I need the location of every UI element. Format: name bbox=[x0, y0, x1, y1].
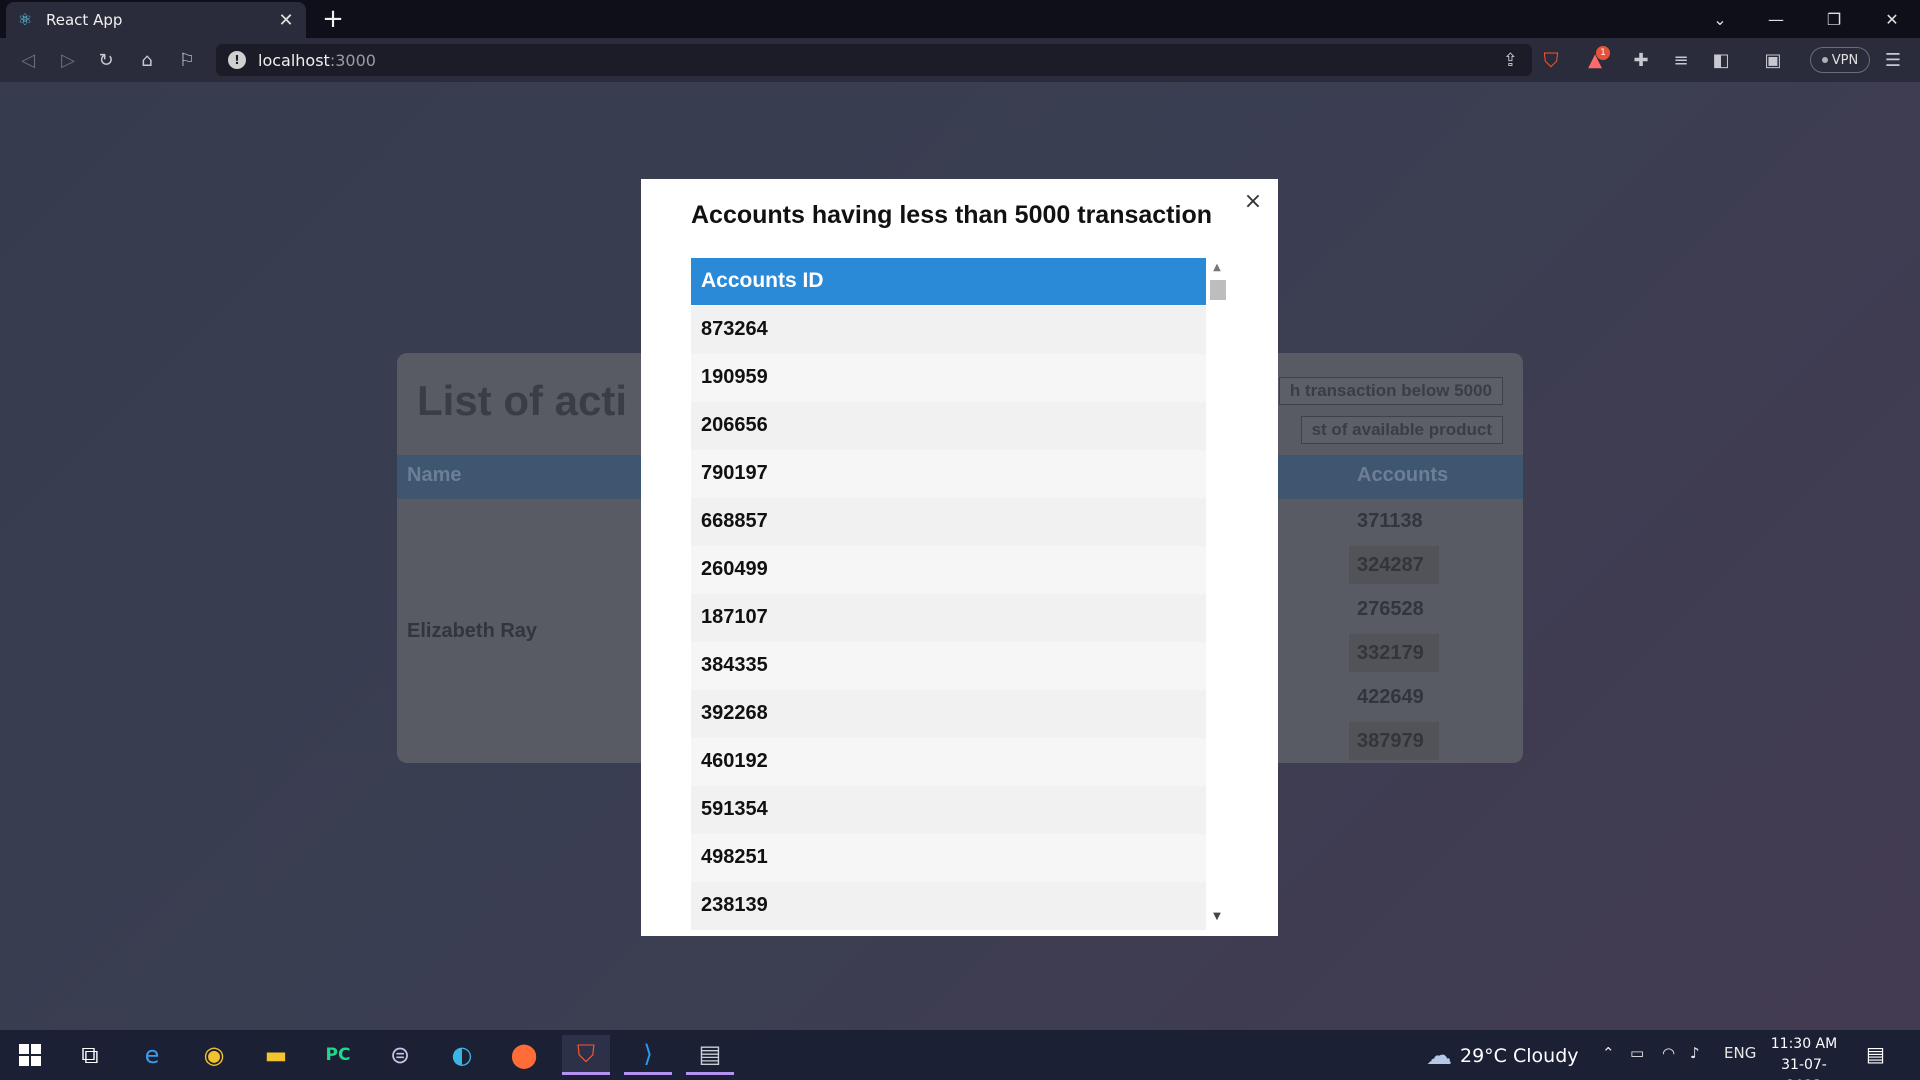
start-button[interactable] bbox=[6, 1035, 54, 1075]
tab-title: React App bbox=[46, 11, 123, 29]
weather-widget[interactable]: ☁ 29°C Cloudy bbox=[1426, 1041, 1579, 1071]
vpn-button[interactable]: VPN bbox=[1810, 47, 1870, 73]
app-window-icon[interactable]: ▤ bbox=[686, 1035, 734, 1075]
account-row: 187107 bbox=[691, 594, 1206, 642]
volume-icon[interactable]: ♪ bbox=[1690, 1044, 1700, 1062]
notification-center-icon[interactable]: ▤ bbox=[1866, 1042, 1885, 1066]
postman-icon[interactable]: ⬤ bbox=[500, 1035, 548, 1075]
account-row: 873264 bbox=[691, 306, 1206, 354]
modal-close-button[interactable]: × bbox=[1240, 189, 1266, 215]
account-row: 260499 bbox=[691, 546, 1206, 594]
home-icon[interactable]: ⌂ bbox=[133, 46, 161, 74]
rewards-badge: 1 bbox=[1596, 46, 1610, 60]
browser-tab-bar: ⚛ React App ✕ + ⌄ — ❐ ✕ bbox=[0, 0, 1920, 38]
close-window-button[interactable]: ✕ bbox=[1864, 0, 1920, 38]
account-row: 498251 bbox=[691, 834, 1206, 882]
account-cell: 276528 bbox=[1357, 598, 1424, 620]
modal-title: Accounts having less than 5000 transacti… bbox=[691, 201, 1212, 229]
extensions-icon[interactable]: ✚ bbox=[1626, 46, 1656, 74]
restore-button[interactable]: ❐ bbox=[1806, 0, 1862, 38]
share-icon[interactable]: ⇪ bbox=[1503, 50, 1518, 71]
show-hidden-icons-chevron-icon[interactable]: ⌃ bbox=[1602, 1044, 1615, 1062]
account-cell: 371138 bbox=[1357, 510, 1423, 532]
react-icon: ⚛ bbox=[17, 10, 33, 29]
edge-icon[interactable]: ◐ bbox=[438, 1035, 486, 1075]
cloud-icon: ☁ bbox=[1426, 1041, 1452, 1071]
account-row: 238139 bbox=[691, 882, 1206, 930]
vscode-icon[interactable]: ⟩ bbox=[624, 1035, 672, 1075]
available-product-button[interactable]: st of available product bbox=[1300, 416, 1503, 444]
bookmark-icon[interactable]: ⚐ bbox=[173, 46, 201, 74]
account-row: 790197 bbox=[691, 450, 1206, 498]
scrollbar-thumb[interactable] bbox=[1210, 280, 1226, 300]
windows-taskbar: ⧉ e ◉ ▬ PC ⊜ ◐ ⬤ ⛉ ⟩ ▤ ☁ 29°C Cloudy ⌃ ▭… bbox=[0, 1030, 1920, 1080]
account-cell: 324287 bbox=[1349, 546, 1439, 584]
windows-logo-icon bbox=[19, 1044, 41, 1066]
vpn-status-dot bbox=[1821, 57, 1828, 63]
browser-toolbar: ◁ ▷ ↻ ⌂ ⚐ ! localhost:3000 ⇪ ⛉ ▲ 1 ✚ ≡ ◧… bbox=[0, 38, 1920, 82]
language-indicator[interactable]: ENG bbox=[1724, 1044, 1756, 1062]
site-info-icon[interactable]: ! bbox=[228, 51, 246, 69]
scroll-up-arrow-icon[interactable]: ▲ bbox=[1208, 262, 1226, 274]
wallet-icon[interactable]: ▣ bbox=[1758, 46, 1788, 74]
brave-taskbar-icon[interactable]: ⛉ bbox=[562, 1035, 610, 1075]
clock-date: 31-07-2023 bbox=[1781, 1057, 1827, 1080]
brave-shields-icon[interactable]: ⛉ bbox=[1536, 46, 1566, 74]
column-accounts: Accounts bbox=[1357, 464, 1449, 486]
browser-tab[interactable]: ⚛ React App ✕ bbox=[6, 2, 306, 38]
back-icon[interactable]: ◁ bbox=[14, 46, 42, 74]
url-host: localhost bbox=[258, 50, 330, 70]
accounts-id-header: Accounts ID bbox=[691, 258, 1206, 305]
account-row: 392268 bbox=[691, 690, 1206, 738]
account-cell: 387979 bbox=[1349, 722, 1439, 760]
card-title: List of acti bbox=[417, 377, 628, 424]
minimize-button[interactable]: — bbox=[1748, 0, 1804, 38]
page-viewport: List of acti h transaction below 5000 st… bbox=[0, 82, 1920, 1030]
menu-icon[interactable]: ☰ bbox=[1878, 46, 1908, 74]
task-view-icon[interactable]: ⧉ bbox=[66, 1035, 114, 1075]
clock[interactable]: 11:30 AM 31-07-2023 bbox=[1764, 1034, 1844, 1080]
column-name: Name bbox=[407, 464, 462, 486]
internet-explorer-icon[interactable]: e bbox=[128, 1035, 176, 1075]
weather-text: 29°C Cloudy bbox=[1460, 1045, 1579, 1067]
account-row: 460192 bbox=[691, 738, 1206, 786]
account-cell: 332179 bbox=[1349, 634, 1439, 672]
vpn-label: VPN bbox=[1831, 52, 1859, 68]
address-bar[interactable]: ! localhost:3000 ⇪ bbox=[216, 44, 1532, 76]
customer-name: Elizabeth Ray bbox=[407, 620, 538, 642]
battery-icon[interactable]: ▭ bbox=[1630, 1044, 1644, 1062]
account-row: 206656 bbox=[691, 402, 1206, 450]
tab-search-chevron-icon[interactable]: ⌄ bbox=[1692, 0, 1748, 38]
new-tab-button[interactable]: + bbox=[318, 4, 348, 34]
chrome-icon[interactable]: ◉ bbox=[190, 1035, 238, 1075]
accounts-modal: × Accounts having less than 5000 transac… bbox=[641, 179, 1278, 936]
file-explorer-icon[interactable]: ▬ bbox=[252, 1035, 300, 1075]
account-row: 668857 bbox=[691, 498, 1206, 546]
tab-close-icon[interactable]: ✕ bbox=[276, 10, 296, 31]
eclipse-icon[interactable]: ⊜ bbox=[376, 1035, 424, 1075]
account-row: 190959 bbox=[691, 354, 1206, 402]
brave-rewards-icon[interactable]: ▲ 1 bbox=[1580, 46, 1610, 74]
account-row: 384335 bbox=[691, 642, 1206, 690]
reload-icon[interactable]: ↻ bbox=[92, 46, 120, 74]
sidebar-icon[interactable]: ◧ bbox=[1706, 46, 1736, 74]
wifi-icon[interactable]: ◠ bbox=[1662, 1044, 1675, 1062]
account-row: 591354 bbox=[691, 786, 1206, 834]
scroll-down-arrow-icon[interactable]: ▼ bbox=[1208, 910, 1226, 924]
clock-time: 11:30 AM bbox=[1770, 1036, 1838, 1052]
transaction-below-5000-button[interactable]: h transaction below 5000 bbox=[1278, 377, 1503, 405]
forward-icon[interactable]: ▷ bbox=[54, 46, 82, 74]
account-cell: 422649 bbox=[1357, 686, 1424, 708]
url-port: :3000 bbox=[329, 50, 376, 70]
pycharm-icon[interactable]: PC bbox=[314, 1035, 362, 1075]
accounts-list[interactable]: Accounts ID 873264 190959 206656 790197 … bbox=[691, 258, 1226, 936]
playlist-icon[interactable]: ≡ bbox=[1666, 46, 1696, 74]
